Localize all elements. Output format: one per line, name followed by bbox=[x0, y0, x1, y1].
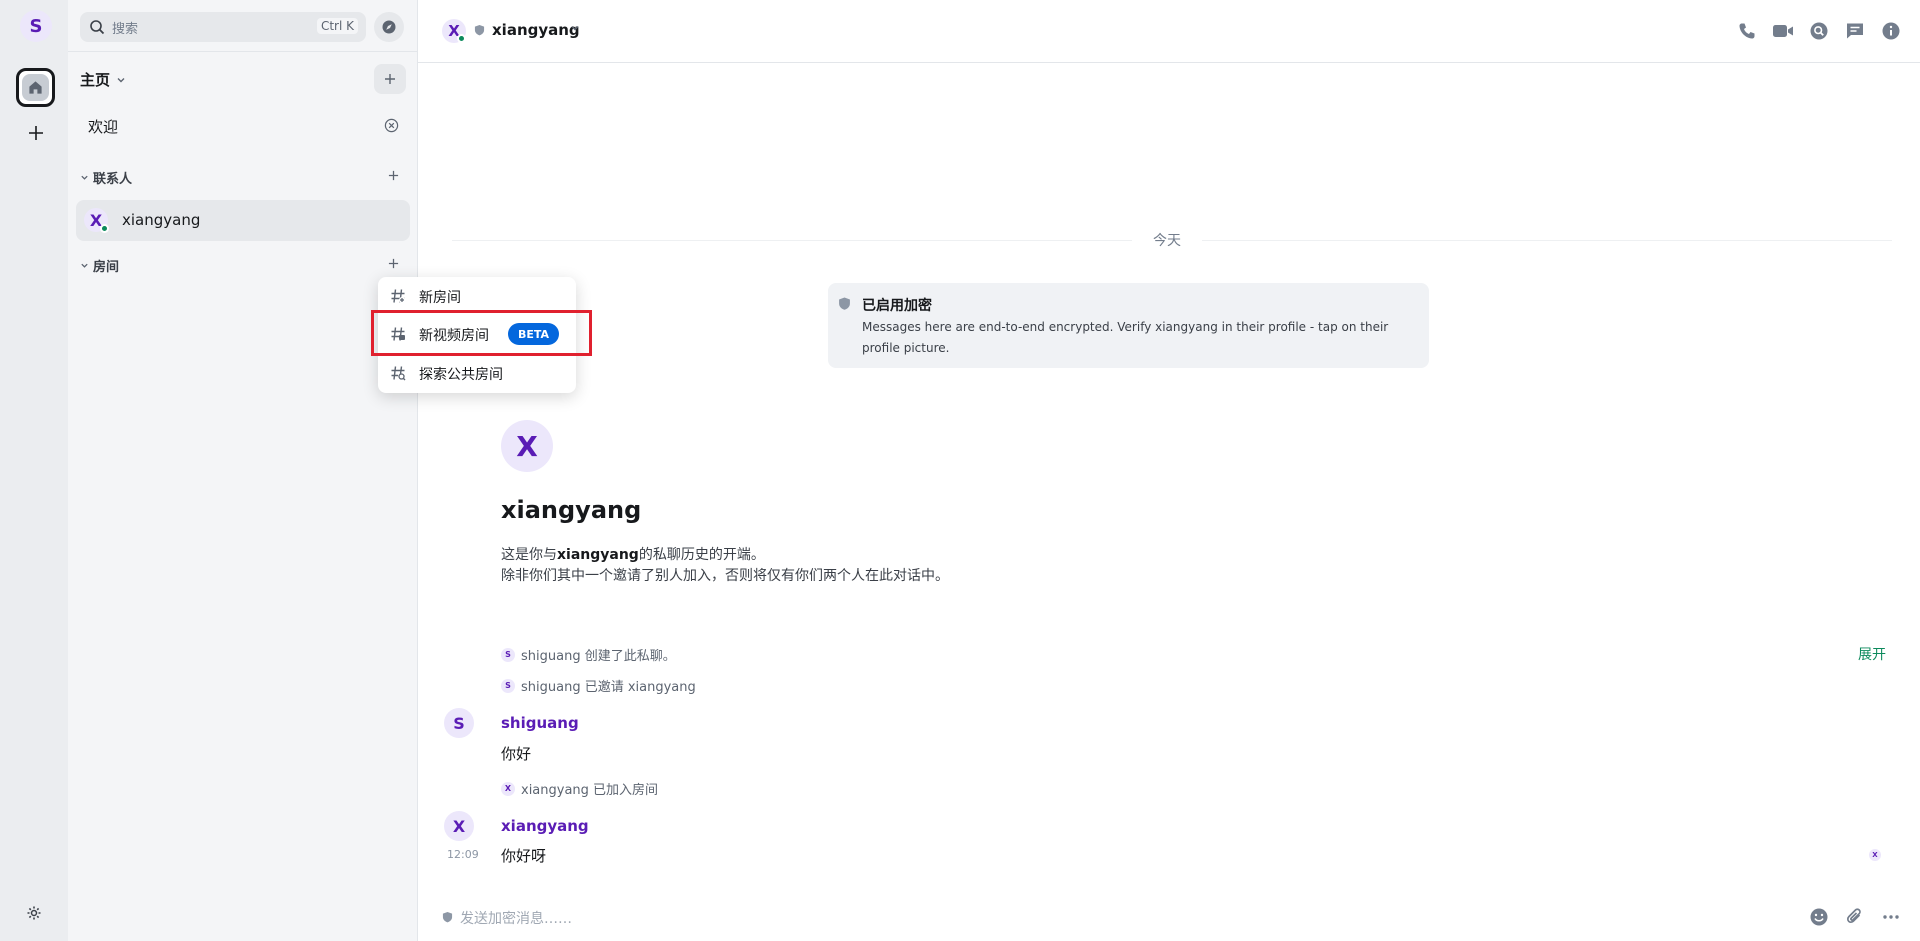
chevron-down-icon[interactable] bbox=[570, 23, 580, 33]
add-room-section-button[interactable] bbox=[388, 254, 399, 273]
quick-settings-button[interactable] bbox=[24, 903, 44, 923]
contacts-section-header[interactable]: 联系人 bbox=[80, 168, 132, 187]
rooms-section-header[interactable]: 房间 bbox=[80, 256, 119, 275]
divider bbox=[68, 51, 418, 52]
shield-icon bbox=[839, 297, 850, 310]
paperclip-icon bbox=[1846, 908, 1861, 924]
attachment-button[interactable] bbox=[1844, 906, 1866, 928]
date-separator: 今天 bbox=[1153, 233, 1181, 249]
voice-call-button[interactable] bbox=[1736, 20, 1758, 42]
date-separator-line bbox=[452, 240, 1132, 241]
home-context-menu-button[interactable]: 主页 bbox=[80, 69, 126, 90]
message-body: 你好 bbox=[501, 745, 532, 763]
plus-icon bbox=[385, 74, 395, 84]
hash-icon bbox=[391, 289, 405, 303]
event-text: shiguang 创建了此私聊。 bbox=[521, 649, 676, 664]
header-actions bbox=[1736, 20, 1902, 42]
add-room-button[interactable] bbox=[374, 64, 406, 94]
plus-icon bbox=[388, 258, 399, 269]
search-icon bbox=[1810, 22, 1828, 40]
chevron-down-icon bbox=[81, 263, 88, 268]
info-icon bbox=[1882, 22, 1900, 40]
add-contact-button[interactable] bbox=[388, 166, 399, 185]
welcome-item[interactable]: 欢迎 bbox=[88, 116, 118, 137]
plus-icon bbox=[388, 170, 399, 181]
state-event: S shiguang 创建了此私聊。 bbox=[501, 645, 676, 664]
shield-icon bbox=[442, 911, 453, 923]
encryption-notice: 已启用加密 Messages here are end-to-end encry… bbox=[828, 283, 1429, 368]
search-icon bbox=[90, 20, 105, 35]
space-bar: S bbox=[0, 0, 68, 941]
room-info-button[interactable] bbox=[1880, 20, 1902, 42]
sender-avatar[interactable]: S bbox=[444, 708, 474, 738]
video-call-button[interactable] bbox=[1772, 20, 1794, 42]
video-camera-icon bbox=[1773, 25, 1793, 37]
more-options-button[interactable] bbox=[1880, 906, 1902, 928]
room-intro-note: 除非你们其中一个邀请了别人加入，否则将仅有你们两个人在此对话中。 bbox=[501, 568, 949, 584]
home-space-button[interactable] bbox=[16, 68, 55, 107]
avatar: S bbox=[501, 678, 515, 693]
search-placeholder: 搜索 bbox=[112, 21, 139, 37]
room-name[interactable]: xiangyang bbox=[492, 21, 580, 39]
contacts-header-label: 联系人 bbox=[93, 172, 133, 187]
hash-search-icon bbox=[391, 366, 406, 381]
plus-icon bbox=[29, 126, 43, 140]
ellipsis-icon bbox=[1883, 915, 1899, 919]
user-avatar[interactable]: S bbox=[20, 10, 52, 42]
home-title: 主页 bbox=[80, 71, 111, 89]
shield-icon bbox=[474, 24, 485, 36]
state-event: X xiangyang 已加入房间 bbox=[501, 779, 658, 798]
message-body: 你好呀 bbox=[501, 847, 547, 865]
composer-actions bbox=[1808, 906, 1902, 928]
read-receipt[interactable]: X bbox=[1869, 849, 1881, 861]
room-intro-text: 这是你与xiangyang的私聊历史的开端。 bbox=[501, 547, 765, 563]
chevron-down-icon bbox=[117, 77, 125, 82]
encryption-title: 已启用加密 bbox=[862, 298, 932, 314]
room-intro-name: xiangyang bbox=[501, 496, 642, 524]
state-event: S shiguang 已邀请 xiangyang bbox=[501, 676, 696, 695]
room-tile-xiangyang[interactable]: X xiangyang bbox=[76, 200, 410, 241]
emoji-button[interactable] bbox=[1808, 906, 1830, 928]
search-shortcut: Ctrl K bbox=[316, 18, 358, 34]
online-presence-dot bbox=[457, 34, 466, 43]
encryption-description: Messages here are end-to-end encrypted. … bbox=[862, 320, 1389, 355]
threads-button[interactable] bbox=[1844, 20, 1866, 42]
sender-name[interactable]: xiangyang bbox=[501, 817, 589, 835]
explore-rooms-button[interactable] bbox=[374, 12, 404, 42]
menu-item-label: 新房间 bbox=[419, 290, 461, 306]
menu-item-explore-public-rooms[interactable]: 探索公共房间 bbox=[378, 354, 576, 392]
home-icon bbox=[29, 81, 42, 94]
app-window: S 搜索 Ctrl K 主页 欢迎 联系人 X xiangyang 房间 X x… bbox=[0, 0, 1920, 941]
expand-events-button[interactable]: 展开 bbox=[1858, 644, 1886, 664]
event-text: xiangyang 已加入房间 bbox=[521, 783, 659, 798]
online-presence-dot bbox=[100, 224, 109, 233]
room-header: X xiangyang bbox=[418, 0, 1920, 63]
event-text: shiguang 已邀请 xiangyang bbox=[521, 680, 696, 695]
sender-name[interactable]: shiguang bbox=[501, 714, 579, 732]
sender-avatar[interactable]: X bbox=[444, 811, 474, 841]
emoji-icon bbox=[1810, 908, 1828, 926]
room-search-button[interactable] bbox=[1808, 20, 1830, 42]
room-tile-name: xiangyang bbox=[122, 211, 201, 229]
chevron-down-icon bbox=[81, 175, 88, 180]
date-separator-line bbox=[1202, 240, 1892, 241]
create-space-button[interactable] bbox=[24, 121, 48, 145]
gear-icon bbox=[27, 906, 41, 920]
room-list-panel: 搜索 Ctrl K 主页 欢迎 联系人 X xiangyang 房间 bbox=[68, 0, 418, 941]
avatar: S bbox=[501, 647, 515, 662]
menu-item-label: 探索公共房间 bbox=[419, 367, 503, 383]
phone-icon bbox=[1739, 23, 1755, 39]
search-input[interactable]: 搜索 Ctrl K bbox=[80, 12, 366, 42]
rooms-header-label: 房间 bbox=[93, 260, 120, 275]
highlight-box bbox=[371, 310, 592, 356]
message-composer: 发送加密消息…… bbox=[418, 897, 1920, 941]
compass-icon bbox=[382, 20, 396, 34]
threads-icon bbox=[1847, 23, 1863, 39]
message-timestamp: 12:09 bbox=[447, 848, 479, 861]
message-input[interactable]: 发送加密消息…… bbox=[460, 908, 572, 928]
avatar: X bbox=[501, 781, 515, 796]
room-intro-avatar[interactable]: X bbox=[501, 420, 553, 472]
close-icon[interactable] bbox=[384, 118, 399, 133]
